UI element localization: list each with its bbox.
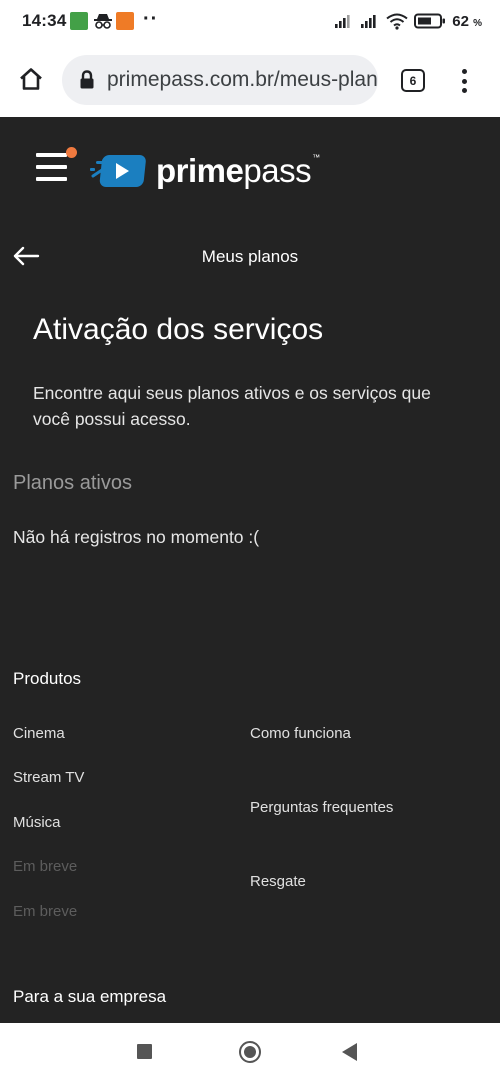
menu-hamburger-button[interactable] bbox=[36, 147, 77, 182]
footer-coming-soon: Em breve bbox=[13, 903, 78, 920]
status-bar: 14:34 ·· 62 % bbox=[0, 0, 500, 42]
footer-link-stream-tv[interactable]: Stream TV bbox=[13, 769, 84, 786]
footer-link-how-it-works[interactable]: Como funciona bbox=[250, 725, 351, 742]
recent-apps-button[interactable] bbox=[137, 1044, 152, 1059]
active-plans-heading: Planos ativos bbox=[13, 472, 132, 494]
menu-dot bbox=[461, 78, 467, 84]
empty-state-message: Não há registros no momento :( bbox=[13, 527, 260, 547]
play-logo-icon bbox=[90, 155, 146, 187]
system-nav-bar bbox=[0, 1023, 500, 1083]
footer-link-faq[interactable]: Perguntas frequentes bbox=[250, 799, 393, 816]
primepass-logo[interactable]: primepass™ bbox=[90, 150, 320, 190]
home-icon bbox=[20, 68, 42, 90]
app-notification-icon bbox=[70, 12, 88, 30]
page-content: primepass™ Meus planos Ativação dos serv… bbox=[0, 117, 500, 1023]
wifi-icon bbox=[386, 13, 408, 30]
hamburger-bar bbox=[36, 153, 67, 157]
section-title: Meus planos bbox=[201, 247, 299, 266]
home-button[interactable] bbox=[14, 62, 48, 96]
hamburger-bar bbox=[36, 177, 67, 181]
status-time: 14:34 bbox=[22, 11, 67, 30]
notification-dot bbox=[66, 147, 77, 158]
battery-percentage: 62 % bbox=[452, 12, 482, 30]
footer-link-redeem[interactable]: Resgate bbox=[250, 873, 306, 890]
address-bar[interactable]: primepass.com.br/meus-planos bbox=[62, 55, 378, 105]
menu-dot bbox=[461, 69, 467, 74]
footer-coming-soon: Em breve bbox=[13, 858, 78, 875]
page-title: Ativação dos serviços bbox=[33, 313, 324, 346]
menu-dot bbox=[461, 88, 467, 93]
incognito-icon bbox=[94, 14, 112, 29]
flame-app-icon bbox=[116, 12, 134, 30]
footer-company-title: Para a sua empresa bbox=[13, 987, 167, 1006]
lock-icon bbox=[80, 70, 94, 89]
page-description: Encontre aqui seus planos ativos e os se… bbox=[33, 383, 431, 429]
browser-toolbar: primepass.com.br/meus-planos 6 bbox=[0, 42, 500, 117]
footer-link-musica[interactable]: Música bbox=[13, 814, 61, 831]
browser-menu-button[interactable] bbox=[456, 66, 472, 96]
footer-products-title: Produtos bbox=[13, 669, 82, 688]
system-back-button[interactable] bbox=[342, 1043, 357, 1061]
signal-icon bbox=[335, 15, 350, 28]
more-notifications-icon: ·· bbox=[143, 8, 159, 30]
system-home-button[interactable] bbox=[239, 1041, 261, 1063]
signal-icon bbox=[361, 15, 376, 28]
url-text[interactable]: primepass.com.br/meus-planos bbox=[107, 68, 378, 92]
tab-switcher-button[interactable]: 6 bbox=[401, 69, 425, 92]
battery-icon bbox=[414, 13, 446, 29]
logo-wordmark: primepass™ bbox=[156, 151, 320, 189]
hamburger-bar bbox=[36, 165, 67, 169]
footer-link-cinema[interactable]: Cinema bbox=[13, 725, 65, 742]
